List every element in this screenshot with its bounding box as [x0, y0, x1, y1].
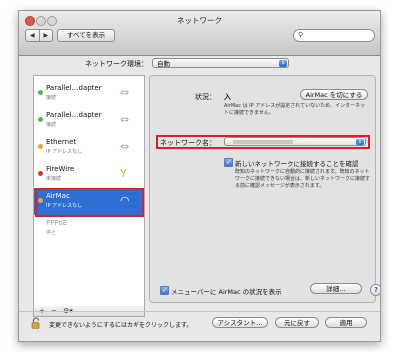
status-note: AirMac は IP アドレスが設定されていないため、インターネットに接続でき… — [224, 103, 366, 116]
show-in-menubar-label: メニューバーに AirMac の状況を表示 — [171, 288, 282, 296]
window-title: ネットワーク — [177, 16, 222, 25]
title-bar: ネットワーク ◀ ▶ すべてを表示 ⚲ — [19, 11, 380, 56]
footer-divider — [19, 311, 380, 312]
service-status: 接続 — [46, 122, 57, 128]
search-field[interactable]: ⚲ — [293, 29, 375, 42]
service-item-airmac[interactable]: AirMac IP アドレスなし ◠ — [34, 188, 144, 217]
service-name: FireWire — [46, 165, 75, 173]
arrows-icon: ⇔ — [120, 140, 130, 153]
status-label: 状況： — [195, 93, 216, 101]
network-name-value — [233, 140, 293, 144]
service-status: IP アドレスなし — [46, 149, 83, 155]
magnifier-icon: ⚲ — [298, 31, 304, 39]
service-item[interactable]: Ethernet IP アドレスなし ⇔ — [34, 134, 144, 161]
arrows-icon: ⇔ — [120, 113, 130, 126]
network-name-label: ネットワーク名： — [160, 139, 216, 147]
lock-text: 変更できないようにするにはカギをクリックします。 — [49, 322, 193, 329]
revert-button[interactable]: 元に戻す — [275, 317, 319, 328]
help-button[interactable]: ? — [370, 284, 380, 296]
service-item[interactable]: Parallel…dapter 接続 ⇔ — [34, 107, 144, 134]
show-in-menubar-checkbox[interactable]: ✓ — [160, 286, 169, 295]
airmac-off-button[interactable]: AirMac を切にする — [300, 89, 368, 100]
service-name: PPPoE — [46, 219, 68, 227]
service-name: Parallel…dapter — [46, 111, 102, 119]
back-button[interactable]: ◀ — [26, 30, 40, 41]
service-status: IP アドレスなし — [46, 203, 83, 209]
ask-to-join-note: 既知のネットワークに自動的に接続されます。既知のネットワークに接続できない場合は… — [235, 169, 371, 189]
advanced-button[interactable]: 詳細… — [310, 283, 362, 294]
airmac-detail-pane: 状況： 入 AirMac を切にする AirMac は IP アドレスが設定され… — [149, 75, 380, 303]
forward-button[interactable]: ▶ — [40, 30, 53, 41]
ask-to-join-checkbox[interactable]: ✓ — [224, 158, 233, 167]
network-preferences-window: ネットワーク ◀ ▶ すべてを表示 ⚲ ネットワーク環境： 自動 ⇕ Paral… — [18, 10, 381, 342]
arrows-icon: ⇔ — [120, 86, 130, 99]
ask-to-join-label: 新しいネットワークに接続することを確認 — [235, 160, 359, 168]
service-item[interactable]: FireWire 未接続 Y — [34, 161, 144, 188]
service-status: 接続 — [46, 95, 57, 101]
service-name: AirMac — [46, 192, 70, 200]
apply-button[interactable]: 適用 — [325, 317, 367, 328]
firewire-icon: Y — [120, 167, 127, 180]
status-value: 入 — [224, 93, 231, 101]
status-dot — [38, 117, 43, 122]
status-dot — [38, 90, 43, 95]
back-forward-buttons: ◀ ▶ — [25, 29, 53, 42]
assistant-button[interactable]: アシスタント… — [212, 317, 268, 328]
service-name: Parallel…dapter — [46, 84, 102, 92]
popup-arrows-icon: ⇕ — [356, 139, 364, 145]
location-value: 自動 — [157, 60, 170, 68]
service-status: 停止 — [46, 230, 57, 236]
status-dot — [38, 198, 43, 203]
location-label: ネットワーク環境： — [85, 60, 148, 68]
service-name: Ethernet — [46, 138, 77, 146]
wifi-icon: ◠ — [120, 194, 130, 207]
service-item[interactable]: Parallel…dapter 接続 ⇔ — [34, 80, 144, 107]
service-list: Parallel…dapter 接続 ⇔ Parallel…dapter 接続 … — [33, 75, 145, 307]
service-status: 未接続 — [46, 176, 62, 182]
lock-icon[interactable] — [31, 317, 41, 329]
status-dot — [38, 171, 43, 176]
popup-arrows-icon: ⇕ — [279, 60, 287, 67]
show-all-button[interactable]: すべてを表示 — [57, 29, 115, 42]
network-name-popup[interactable]: ⇕ — [224, 137, 366, 146]
service-item[interactable]: PPPoE 停止 — [34, 215, 144, 242]
status-dot — [38, 144, 43, 149]
location-popup[interactable]: 自動 ⇕ — [152, 58, 289, 68]
